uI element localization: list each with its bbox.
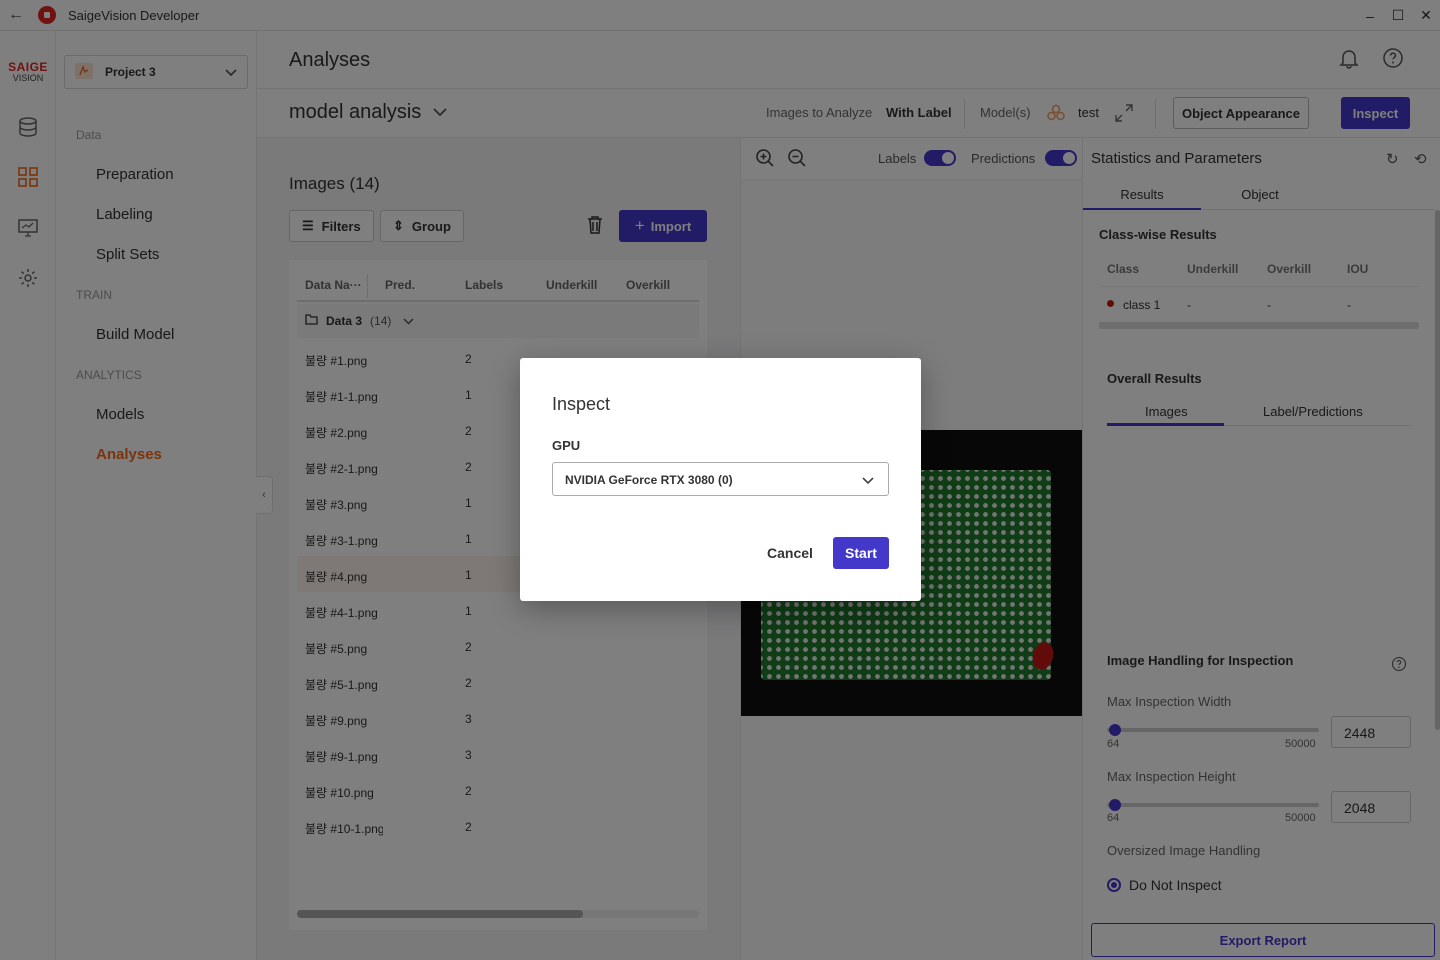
gpu-select[interactable]: NVIDIA GeForce RTX 3080 (0) xyxy=(552,462,889,496)
cancel-button[interactable]: Cancel xyxy=(758,537,822,569)
gpu-select-value: NVIDIA GeForce RTX 3080 (0) xyxy=(565,473,733,487)
inspect-dialog: Inspect GPU NVIDIA GeForce RTX 3080 (0) … xyxy=(520,358,921,601)
gpu-label: GPU xyxy=(552,438,581,453)
start-button[interactable]: Start xyxy=(833,537,889,569)
dialog-title: Inspect xyxy=(552,394,611,414)
chevron-down-icon xyxy=(862,474,874,488)
